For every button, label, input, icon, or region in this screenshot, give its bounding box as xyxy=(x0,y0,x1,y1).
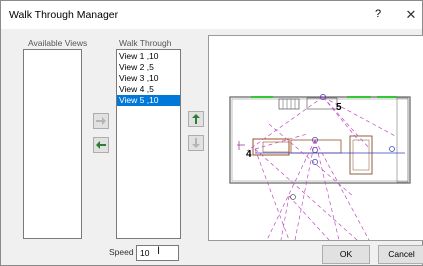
walk-through-item[interactable]: View 2 ,5 xyxy=(117,62,180,73)
move-up-button[interactable] xyxy=(188,111,204,127)
walk-through-list[interactable]: View 1 ,10 View 2 ,5 View 3 ,10 View 4 ,5 Vi… xyxy=(116,49,181,239)
arrow-left-icon xyxy=(96,141,106,149)
arrow-up-icon xyxy=(192,114,200,124)
help-button[interactable]: ? xyxy=(371,8,385,22)
walk-through-item[interactable]: View 5 ,10 xyxy=(117,95,180,106)
ok-button[interactable]: OK xyxy=(322,245,370,264)
arrow-right-icon xyxy=(96,117,106,125)
arrow-down-icon xyxy=(192,138,200,148)
close-button[interactable]: ✕ xyxy=(404,7,418,22)
walk-through-label: Walk Through xyxy=(119,38,172,48)
view-5-label: 5 xyxy=(336,102,342,113)
walk-through-item[interactable]: View 1 ,10 xyxy=(117,51,180,62)
walk-through-item[interactable]: View 4 ,5 xyxy=(117,84,180,95)
available-views-list[interactable] xyxy=(23,49,82,239)
remove-view-button[interactable] xyxy=(93,137,109,153)
view-4-label: 4 xyxy=(246,149,252,160)
available-views-label: Available Views xyxy=(28,38,88,48)
cancel-button[interactable]: Cancel xyxy=(378,245,423,264)
move-down-button[interactable] xyxy=(188,135,204,151)
walk-through-item[interactable]: View 3 ,10 xyxy=(117,73,180,84)
window-title: Walk Through Manager xyxy=(9,9,119,21)
floor-plan-drawing: 5 4 xyxy=(229,94,411,241)
floor-plan-preview[interactable]: 5 4 xyxy=(208,35,423,241)
title-bar: Walk Through Manager ? ✕ xyxy=(1,1,422,29)
add-view-button[interactable] xyxy=(93,113,109,129)
walk-through-manager-dialog: Walk Through Manager ? ✕ Available Views… xyxy=(0,0,423,266)
speed-label: Speed xyxy=(109,247,134,257)
text-cursor-icon: I xyxy=(157,245,161,257)
